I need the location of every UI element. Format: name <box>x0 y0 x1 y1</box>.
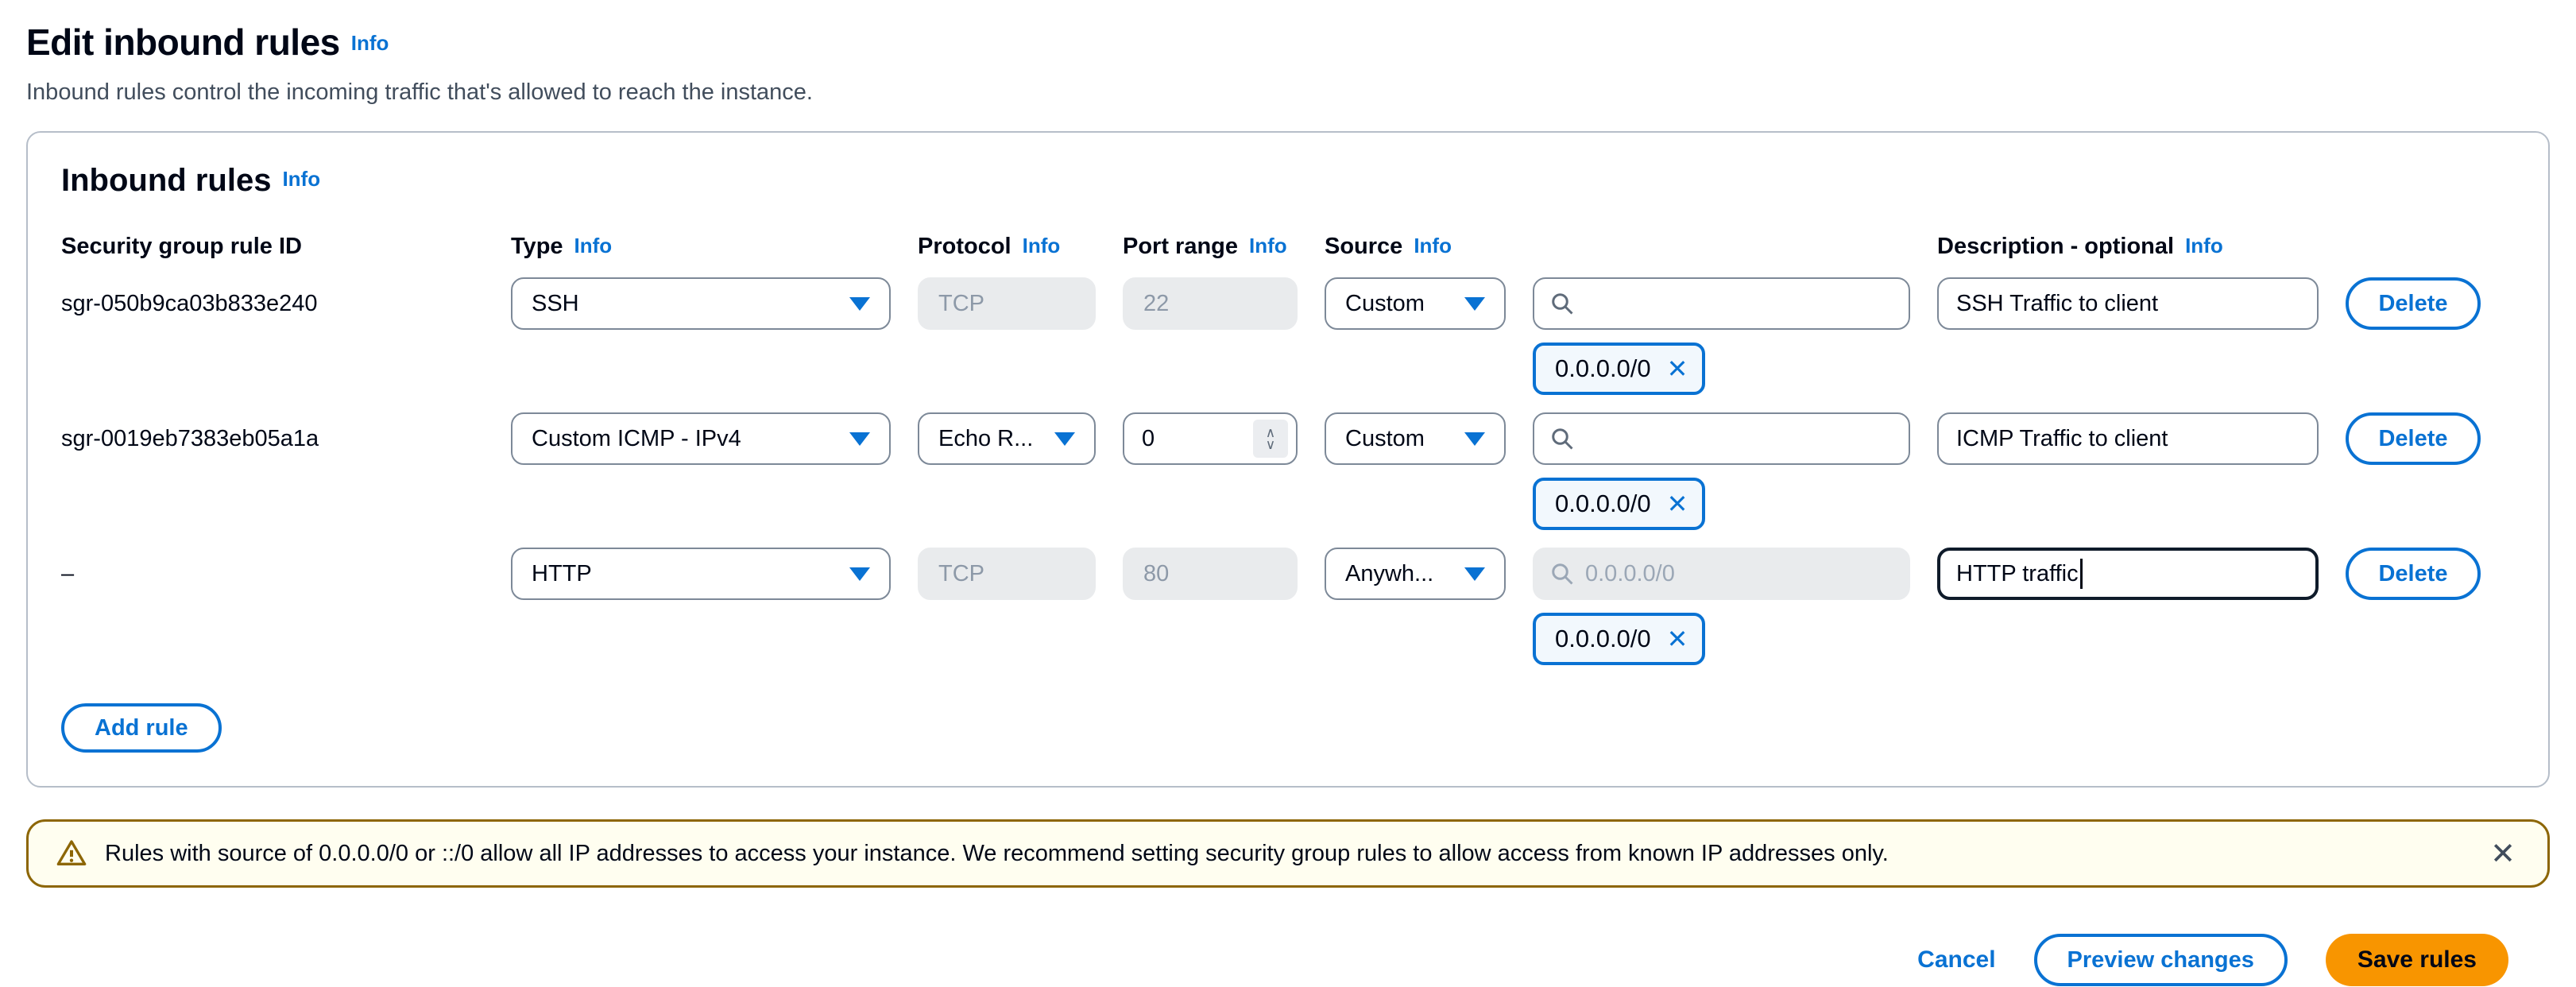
rule-id-label: sgr-050b9ca03b833e240 <box>61 291 484 317</box>
column-header-port-range: Port rangeInfo <box>1123 234 1298 260</box>
chevron-down-icon <box>1464 432 1485 446</box>
description-input-focused[interactable]: HTTP traffic <box>1937 548 2319 600</box>
source-mode-select[interactable]: Custom <box>1325 412 1506 465</box>
panel-heading: Inbound rules <box>61 163 271 198</box>
edit-inbound-rules-page: Edit inbound rules Info Inbound rules con… <box>0 0 2576 986</box>
text-cursor <box>2080 559 2083 589</box>
remove-chip-icon[interactable]: ✕ <box>1667 489 1688 519</box>
warning-icon <box>56 838 87 869</box>
warning-message: Rules with source of 0.0.0.0/0 or ::/0 a… <box>105 841 2485 867</box>
rule-row-icmp: sgr-0019eb7383eb05a1a Custom ICMP - IPv4… <box>61 412 2515 465</box>
column-header-type: TypeInfo <box>511 234 891 260</box>
source-search-box-disabled <box>1533 548 1910 600</box>
stepper-down-icon[interactable]: ∨ <box>1266 439 1275 451</box>
description-input[interactable] <box>1956 426 2299 452</box>
port-range-input-wrap[interactable]: ∧∨ <box>1123 412 1298 465</box>
column-header-description: Description - optionalInfo <box>1937 234 2319 260</box>
source-chip-row: 0.0.0.0/0✕ <box>61 478 2515 530</box>
protocol-field: TCP <box>918 548 1096 600</box>
type-select[interactable]: Custom ICMP - IPv4 <box>511 412 891 465</box>
source-search-box[interactable] <box>1533 277 1910 330</box>
rule-row-http: – HTTP TCP 80 Anywh... HTTP traffic Dele… <box>61 548 2515 600</box>
search-icon <box>1550 427 1574 451</box>
rule-row-ssh: sgr-050b9ca03b833e240 SSH TCP 22 Custom … <box>61 277 2515 330</box>
page-header: Edit inbound rules Info Inbound rules con… <box>26 21 2550 106</box>
cancel-button[interactable]: Cancel <box>1917 946 1995 973</box>
chevron-down-icon <box>1054 432 1075 446</box>
chevron-down-icon <box>849 297 870 311</box>
column-header-rule-id: Security group rule ID <box>61 234 484 260</box>
chevron-down-icon <box>849 432 870 446</box>
column-header-row: Security group rule ID TypeInfo Protocol… <box>61 234 2515 260</box>
rule-id-label: – <box>61 561 484 587</box>
type-select[interactable]: HTTP <box>511 548 891 600</box>
column-header-protocol: ProtocolInfo <box>918 234 1096 260</box>
chevron-down-icon <box>849 567 870 581</box>
remove-chip-icon[interactable]: ✕ <box>1667 624 1688 654</box>
page-title: Edit inbound rules <box>26 21 340 63</box>
chevron-down-icon <box>1464 567 1485 581</box>
port-range-field: 80 <box>1123 548 1298 600</box>
source-search-input[interactable] <box>1585 426 1893 452</box>
type-select[interactable]: SSH <box>511 277 891 330</box>
source-chip-row: 0.0.0.0/0✕ <box>61 613 2515 665</box>
close-icon[interactable]: ✕ <box>2485 836 2520 872</box>
description-info-link[interactable]: Info <box>2185 234 2223 257</box>
source-cidr-chip: 0.0.0.0/0✕ <box>1533 613 1705 665</box>
warning-banner: Rules with source of 0.0.0.0/0 or ::/0 a… <box>26 819 2550 888</box>
description-input[interactable] <box>1956 291 2299 317</box>
source-mode-select[interactable]: Custom <box>1325 277 1506 330</box>
inbound-rules-panel: Inbound rules Info Security group rule ID… <box>26 131 2550 788</box>
footer-actions: Cancel Preview changes Save rules <box>26 934 2550 986</box>
source-search-input[interactable] <box>1585 291 1893 317</box>
column-header-source: SourceInfo <box>1325 234 1506 260</box>
source-mode-select[interactable]: Anywh... <box>1325 548 1506 600</box>
page-title-info-link[interactable]: Info <box>351 31 389 55</box>
search-icon <box>1550 292 1574 315</box>
number-stepper[interactable]: ∧∨ <box>1253 420 1288 458</box>
search-icon <box>1550 562 1574 586</box>
chevron-down-icon <box>1464 297 1485 311</box>
protocol-select[interactable]: Echo R... <box>918 412 1096 465</box>
protocol-field: TCP <box>918 277 1096 330</box>
port-range-field: 22 <box>1123 277 1298 330</box>
source-search-input <box>1585 561 1893 587</box>
add-rule-button[interactable]: Add rule <box>61 703 222 753</box>
rule-id-label: sgr-0019eb7383eb05a1a <box>61 426 484 452</box>
source-cidr-chip: 0.0.0.0/0✕ <box>1533 478 1705 530</box>
type-info-link[interactable]: Info <box>574 234 613 257</box>
source-info-link[interactable]: Info <box>1414 234 1452 257</box>
description-input-wrap[interactable] <box>1937 412 2319 465</box>
panel-heading-info-link[interactable]: Info <box>282 167 320 191</box>
save-rules-button[interactable]: Save rules <box>2326 934 2508 986</box>
delete-rule-button[interactable]: Delete <box>2346 548 2481 600</box>
page-subtitle: Inbound rules control the incoming traff… <box>26 79 2550 106</box>
delete-rule-button[interactable]: Delete <box>2346 277 2481 330</box>
source-cidr-chip: 0.0.0.0/0✕ <box>1533 343 1705 395</box>
remove-chip-icon[interactable]: ✕ <box>1667 354 1688 384</box>
description-input-wrap[interactable] <box>1937 277 2319 330</box>
port-range-input[interactable] <box>1142 426 1213 452</box>
port-range-info-link[interactable]: Info <box>1249 234 1287 257</box>
delete-rule-button[interactable]: Delete <box>2346 412 2481 465</box>
source-chip-row: 0.0.0.0/0✕ <box>61 343 2515 395</box>
source-search-box[interactable] <box>1533 412 1910 465</box>
protocol-info-link[interactable]: Info <box>1023 234 1061 257</box>
preview-changes-button[interactable]: Preview changes <box>2034 934 2288 986</box>
